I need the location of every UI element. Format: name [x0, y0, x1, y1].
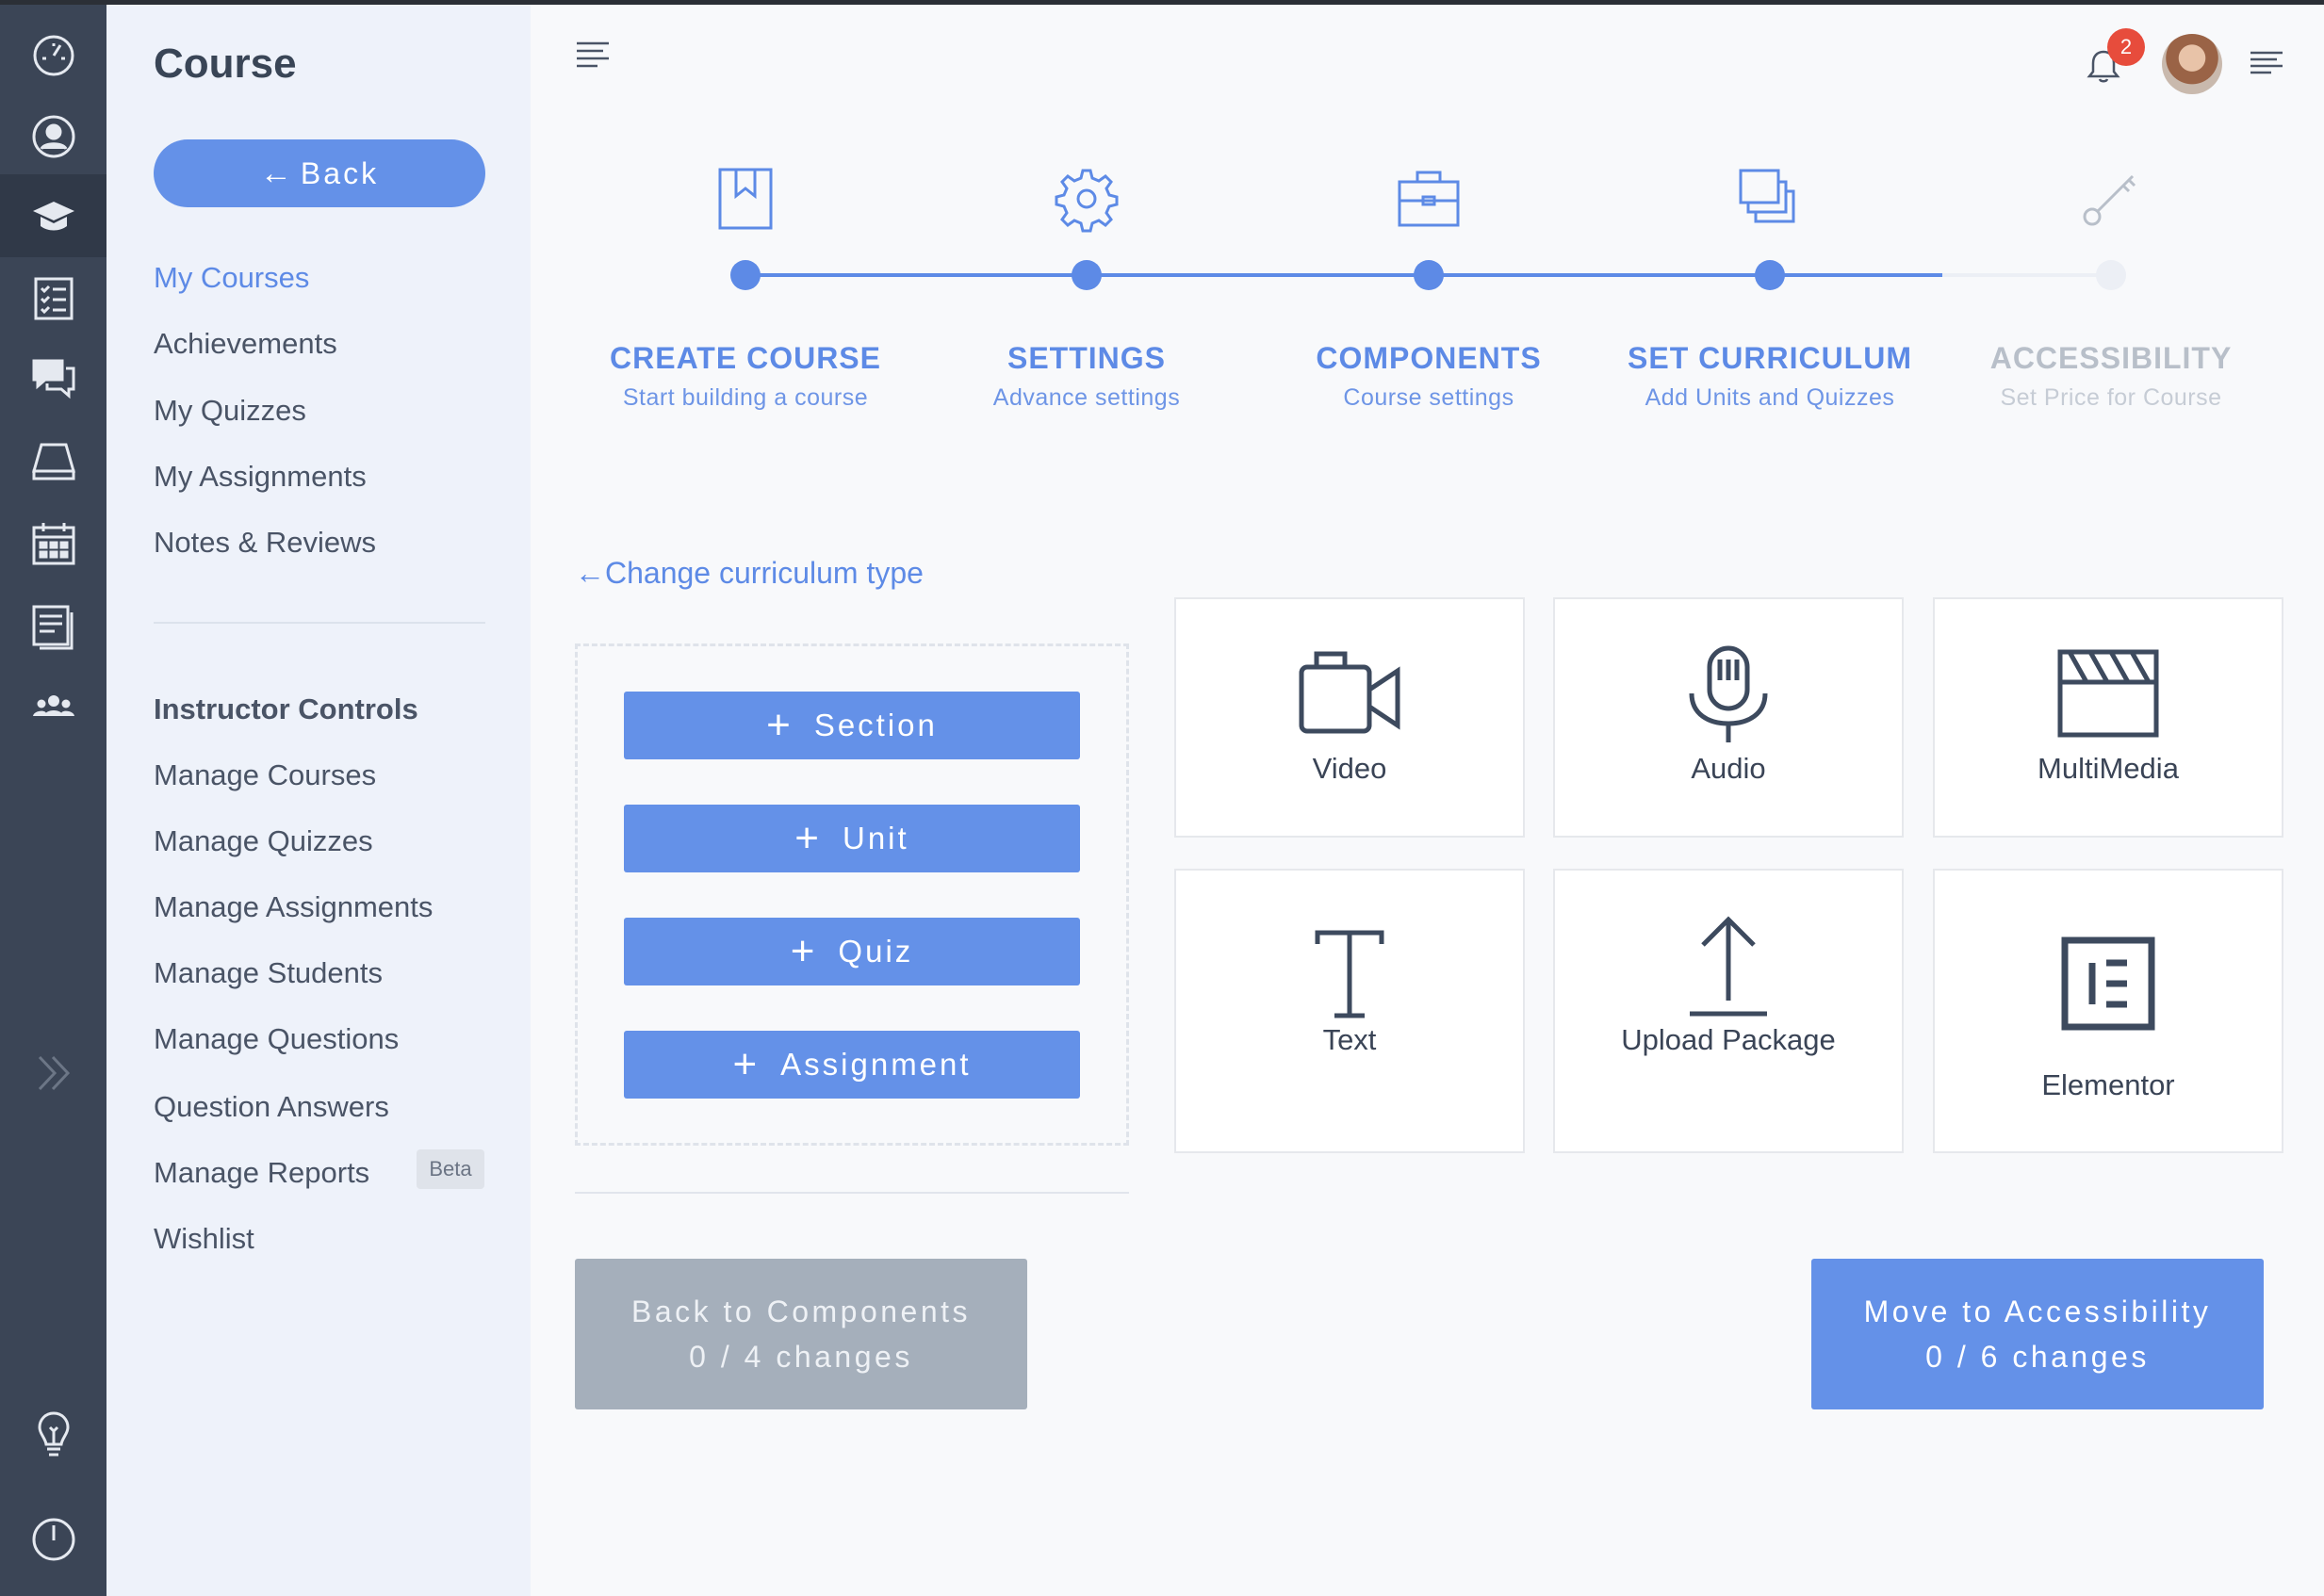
- text-t-icon: [1315, 930, 1384, 1018]
- plus-icon: +: [794, 815, 822, 861]
- plus-icon: +: [766, 702, 794, 748]
- plus-icon: +: [732, 1041, 761, 1087]
- add-section-button[interactable]: + Section: [624, 692, 1080, 759]
- groups-icon[interactable]: [0, 664, 106, 747]
- bulb-icon[interactable]: [0, 1392, 106, 1475]
- step-title-set-curriculum[interactable]: SET CURRICULUM: [1591, 341, 1949, 376]
- sidebar-item-achievements[interactable]: Achievements: [154, 327, 337, 361]
- move-to-accessibility-title: Move to Accessibility: [1863, 1295, 2212, 1328]
- instructor-controls-heading: Instructor Controls: [154, 692, 418, 725]
- sidebar-item-my-quizzes[interactable]: My Quizzes: [154, 394, 306, 428]
- sidebar-item-my-courses[interactable]: My Courses: [154, 261, 309, 295]
- move-to-accessibility-changes: 0 / 6 changes: [1925, 1340, 2150, 1374]
- sidebar-item-manage-students[interactable]: Manage Students: [154, 956, 383, 990]
- right-menu-icon[interactable]: [2250, 51, 2283, 75]
- sidebar-item-notes-reviews[interactable]: Notes & Reviews: [154, 526, 376, 560]
- hamburger-menu-icon[interactable]: [577, 41, 609, 68]
- beta-badge: Beta: [417, 1149, 484, 1189]
- add-quiz-button[interactable]: + Quiz: [624, 918, 1080, 985]
- back-to-components-button[interactable]: Back to Components 0 / 4 changes: [575, 1259, 1027, 1409]
- step-subtitle-settings: Advance settings: [992, 384, 1181, 411]
- power-icon[interactable]: [0, 1498, 106, 1581]
- unit-type-elementor[interactable]: Elementor: [1933, 869, 2283, 1153]
- sidebar-item-wishlist[interactable]: Wishlist: [154, 1222, 254, 1256]
- unit-type-multimedia[interactable]: MultiMedia: [1933, 597, 2283, 838]
- arrow-left-icon: ←: [575, 556, 605, 590]
- step-title-accessibility[interactable]: ACCESSIBILITY: [1932, 341, 2290, 376]
- sidebar-divider: [154, 622, 485, 624]
- change-curriculum-type-link[interactable]: ←Change curriculum type: [575, 556, 924, 591]
- add-section-label: Section: [813, 708, 938, 742]
- quiz-list-icon[interactable]: [0, 257, 106, 340]
- briefcase-icon: [1398, 171, 1460, 227]
- sidebar-item-manage-assignments[interactable]: Manage Assignments: [154, 890, 433, 924]
- unit-type-video-label: Video: [1312, 752, 1387, 785]
- microphone-icon: [1689, 645, 1768, 742]
- plus-icon: +: [790, 928, 818, 974]
- unit-type-upload-package-label: Upload Package: [1621, 1023, 1836, 1056]
- sidebar-item-my-assignments[interactable]: My Assignments: [154, 460, 367, 494]
- profile-icon[interactable]: [0, 95, 106, 178]
- notes-icon[interactable]: [0, 585, 106, 668]
- back-to-components-changes: 0 / 4 changes: [689, 1340, 913, 1374]
- video-camera-icon: [1299, 651, 1400, 734]
- sidebar-item-manage-reports[interactable]: Manage Reports: [154, 1156, 369, 1190]
- icon-rail: [0, 5, 106, 1596]
- key-icon: [2083, 174, 2136, 226]
- step-subtitle-components: Course settings: [1343, 384, 1514, 411]
- drive-icon[interactable]: [0, 419, 106, 502]
- change-curriculum-type-label: Change curriculum type: [605, 556, 924, 590]
- step-subtitle-set-curriculum: Add Units and Quizzes: [1645, 384, 1895, 411]
- step-dot-create-course[interactable]: [730, 260, 761, 290]
- gear-icon: [1055, 169, 1119, 233]
- back-to-components-title: Back to Components: [630, 1295, 972, 1328]
- calendar-icon[interactable]: [0, 502, 106, 585]
- step-dot-accessibility[interactable]: [2096, 260, 2126, 290]
- move-to-accessibility-button[interactable]: Move to Accessibility 0 / 6 changes: [1811, 1259, 2264, 1409]
- step-subtitle-create-course: Start building a course: [622, 384, 869, 411]
- sidebar-item-manage-quizzes[interactable]: Manage Quizzes: [154, 824, 373, 858]
- unit-type-text[interactable]: Text: [1174, 869, 1525, 1153]
- user-avatar[interactable]: [2162, 34, 2222, 94]
- unit-type-upload-package[interactable]: Upload Package: [1553, 869, 1904, 1153]
- elementor-icon: [2061, 936, 2155, 1031]
- unit-type-elementor-label: Elementor: [2041, 1068, 2175, 1101]
- unit-type-video[interactable]: Video: [1174, 597, 1525, 838]
- copy-layers-icon: [1739, 169, 1795, 223]
- step-dot-settings[interactable]: [1072, 260, 1102, 290]
- dashboard-icon[interactable]: [0, 14, 106, 97]
- back-button-label: Back: [300, 155, 380, 190]
- sidebar-item-manage-questions[interactable]: Manage Questions: [154, 1022, 399, 1056]
- clapperboard-icon: [2057, 649, 2159, 738]
- arrow-left-icon: ←: [259, 155, 295, 191]
- add-unit-button[interactable]: + Unit: [624, 805, 1080, 872]
- bookmark-book-icon: [718, 168, 773, 230]
- back-button[interactable]: ← Back: [154, 139, 485, 207]
- upload-arrow-icon: [1690, 916, 1767, 1017]
- sidebar-title: Course: [154, 41, 297, 87]
- stepper-remaining-line: [1942, 273, 2112, 277]
- notification-count-badge: 2: [2107, 28, 2145, 66]
- step-title-create-course[interactable]: CREATE COURSE: [566, 341, 925, 376]
- sidebar-item-question-answers[interactable]: Question Answers: [154, 1090, 389, 1124]
- unit-type-text-label: Text: [1322, 1023, 1377, 1056]
- step-subtitle-accessibility: Set Price for Course: [2000, 384, 2222, 411]
- add-assignment-button[interactable]: + Assignment: [624, 1031, 1080, 1099]
- course-sidebar: Course ← Back My Courses Achievements My…: [106, 5, 531, 1596]
- sidebar-item-manage-courses[interactable]: Manage Courses: [154, 758, 376, 792]
- unit-type-audio-label: Audio: [1691, 752, 1766, 785]
- step-dot-set-curriculum[interactable]: [1755, 260, 1785, 290]
- step-title-settings[interactable]: SETTINGS: [908, 341, 1266, 376]
- step-title-components[interactable]: COMPONENTS: [1250, 341, 1608, 376]
- add-quiz-label: Quiz: [838, 934, 914, 969]
- expand-icon[interactable]: [0, 1032, 106, 1115]
- step-dot-components[interactable]: [1414, 260, 1444, 290]
- courses-icon[interactable]: [0, 174, 106, 257]
- add-assignment-label: Assignment: [780, 1047, 972, 1082]
- messages-icon[interactable]: [0, 337, 106, 420]
- curriculum-divider: [575, 1192, 1129, 1194]
- unit-type-multimedia-label: MultiMedia: [2038, 752, 2179, 785]
- unit-type-audio[interactable]: Audio: [1553, 597, 1904, 838]
- add-unit-label: Unit: [843, 821, 909, 855]
